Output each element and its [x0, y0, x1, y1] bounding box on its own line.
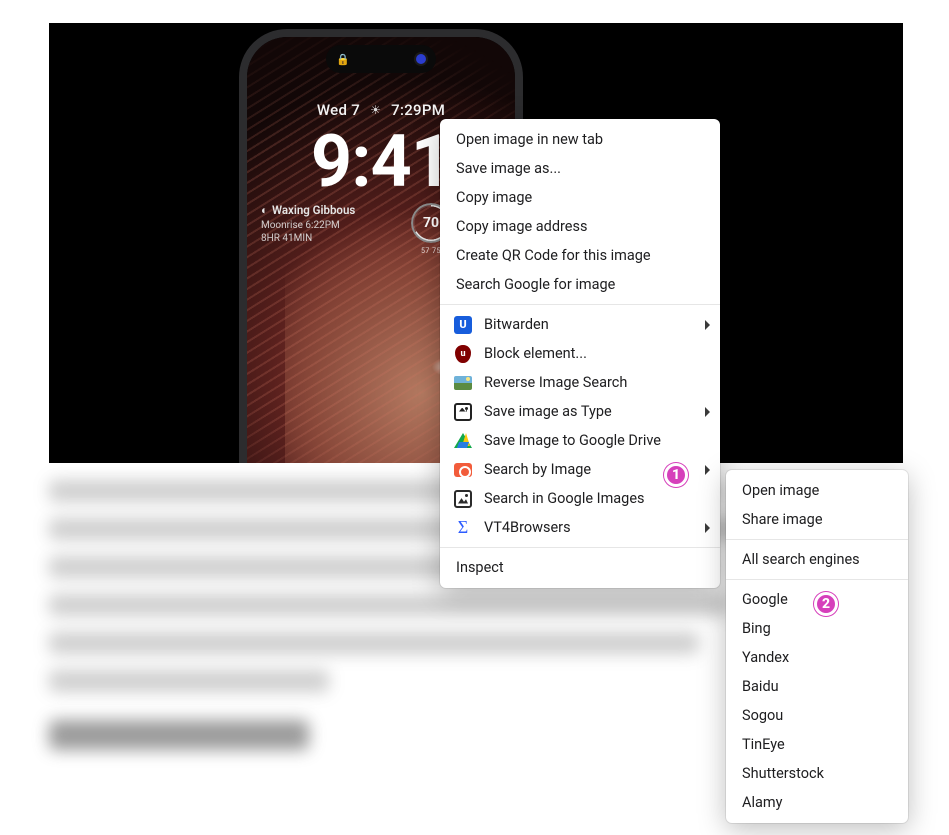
- menu-label: Reverse Image Search: [484, 374, 627, 391]
- moon-widget: ◐Waxing Gibbous Moonrise 6:22PM 8HR 41MI…: [261, 203, 355, 246]
- menu-copy-image[interactable]: Copy image: [440, 183, 720, 212]
- landscape-icon: [454, 374, 472, 392]
- menu-label: VT4Browsers: [484, 519, 571, 536]
- menu-label: Google: [742, 591, 788, 608]
- menu-label: Search by Image: [484, 461, 591, 478]
- camera-icon: [454, 461, 472, 479]
- menu-save-image-as-type[interactable]: Save image as Type: [440, 397, 720, 426]
- google-drive-icon: [454, 432, 472, 450]
- menu-search-in-google-images[interactable]: Search in Google Images: [440, 484, 720, 513]
- menu-separator: [440, 304, 720, 305]
- menu-open-image-new-tab[interactable]: Open image in new tab: [440, 125, 720, 154]
- lockscreen-status: Wed 7 ☀ 7:29PM: [317, 101, 445, 119]
- menu-label: Bitwarden: [484, 316, 549, 333]
- chevron-right-icon: [705, 320, 710, 330]
- ublock-icon: u: [454, 345, 472, 363]
- chevron-right-icon: [705, 523, 710, 533]
- menu-reverse-image-search[interactable]: Reverse Image Search: [440, 368, 720, 397]
- submenu-shutterstock[interactable]: Shutterstock: [726, 759, 908, 788]
- status-day: Wed 7: [317, 101, 360, 119]
- menu-copy-image-address[interactable]: Copy image address: [440, 212, 720, 241]
- image-outline-icon: [454, 490, 472, 508]
- lock-icon: 🔒: [336, 53, 350, 66]
- moon-duration: 8HR 41MIN: [261, 232, 355, 246]
- status-time: 7:29PM: [391, 101, 445, 119]
- menu-separator: [440, 547, 720, 548]
- menu-label: Inspect: [456, 559, 504, 576]
- menu-bitwarden[interactable]: U Bitwarden: [440, 310, 720, 339]
- menu-label: Block element...: [484, 345, 587, 362]
- menu-label: Share image: [742, 511, 823, 528]
- menu-separator: [726, 539, 908, 540]
- menu-separator: [726, 579, 908, 580]
- menu-block-element[interactable]: u Block element...: [440, 339, 720, 368]
- context-menu: Open image in new tab Save image as... C…: [440, 119, 720, 588]
- menu-label: Bing: [742, 620, 771, 637]
- menu-label: Open image in new tab: [456, 131, 603, 148]
- weather-icon: ☀: [370, 103, 381, 117]
- menu-label: TinEye: [742, 736, 785, 753]
- annotation-badge-2: 2: [814, 592, 838, 616]
- menu-inspect[interactable]: Inspect: [440, 553, 720, 582]
- menu-label: Copy image: [456, 189, 532, 206]
- submenu-sogou[interactable]: Sogou: [726, 701, 908, 730]
- submenu-bing[interactable]: Bing: [726, 614, 908, 643]
- menu-label: All search engines: [742, 551, 860, 568]
- submenu-yandex[interactable]: Yandex: [726, 643, 908, 672]
- camera-dot-icon: [416, 54, 426, 64]
- menu-label: Sogou: [742, 707, 783, 724]
- menu-label: Save image as...: [456, 160, 561, 177]
- menu-search-google-for-image[interactable]: Search Google for image: [440, 270, 720, 299]
- menu-label: Search Google for image: [456, 276, 615, 293]
- virustotal-icon: Σ: [454, 519, 472, 537]
- article-heading-blurred: [49, 720, 309, 750]
- submenu-open-image[interactable]: Open image: [726, 476, 908, 505]
- bitwarden-icon: U: [454, 316, 472, 334]
- moonrise-text: Moonrise 6:22PM: [261, 219, 355, 233]
- submenu-alamy[interactable]: Alamy: [726, 788, 908, 817]
- menu-save-to-drive[interactable]: Save Image to Google Drive: [440, 426, 720, 455]
- submenu-share-image[interactable]: Share image: [726, 505, 908, 534]
- moon-icon: ◐: [261, 203, 268, 219]
- dynamic-island: 🔒: [326, 45, 436, 73]
- search-by-image-submenu: Open image Share image All search engine…: [726, 470, 908, 823]
- moon-phase: Waxing Gibbous: [272, 203, 355, 219]
- menu-label: Copy image address: [456, 218, 587, 235]
- menu-label: Open image: [742, 482, 819, 499]
- menu-create-qr[interactable]: Create QR Code for this image: [440, 241, 720, 270]
- submenu-tineye[interactable]: TinEye: [726, 730, 908, 759]
- menu-label: Search in Google Images: [484, 490, 645, 507]
- chevron-right-icon: [705, 465, 710, 475]
- annotation-badge-1: 1: [664, 463, 688, 487]
- submenu-all-engines[interactable]: All search engines: [726, 545, 908, 574]
- chevron-right-icon: [705, 407, 710, 417]
- menu-vt4browsers[interactable]: Σ VT4Browsers: [440, 513, 720, 542]
- menu-label: Create QR Code for this image: [456, 247, 651, 264]
- menu-label: Baidu: [742, 678, 779, 695]
- submenu-baidu[interactable]: Baidu: [726, 672, 908, 701]
- menu-label: Save Image to Google Drive: [484, 432, 661, 449]
- menu-save-image-as[interactable]: Save image as...: [440, 154, 720, 183]
- menu-label: Save image as Type: [484, 403, 612, 420]
- menu-label: Yandex: [742, 649, 789, 666]
- menu-label: Alamy: [742, 794, 782, 811]
- image-type-icon: [454, 403, 472, 421]
- menu-label: Shutterstock: [742, 765, 824, 782]
- lockscreen-clock: 9:41: [311, 119, 451, 204]
